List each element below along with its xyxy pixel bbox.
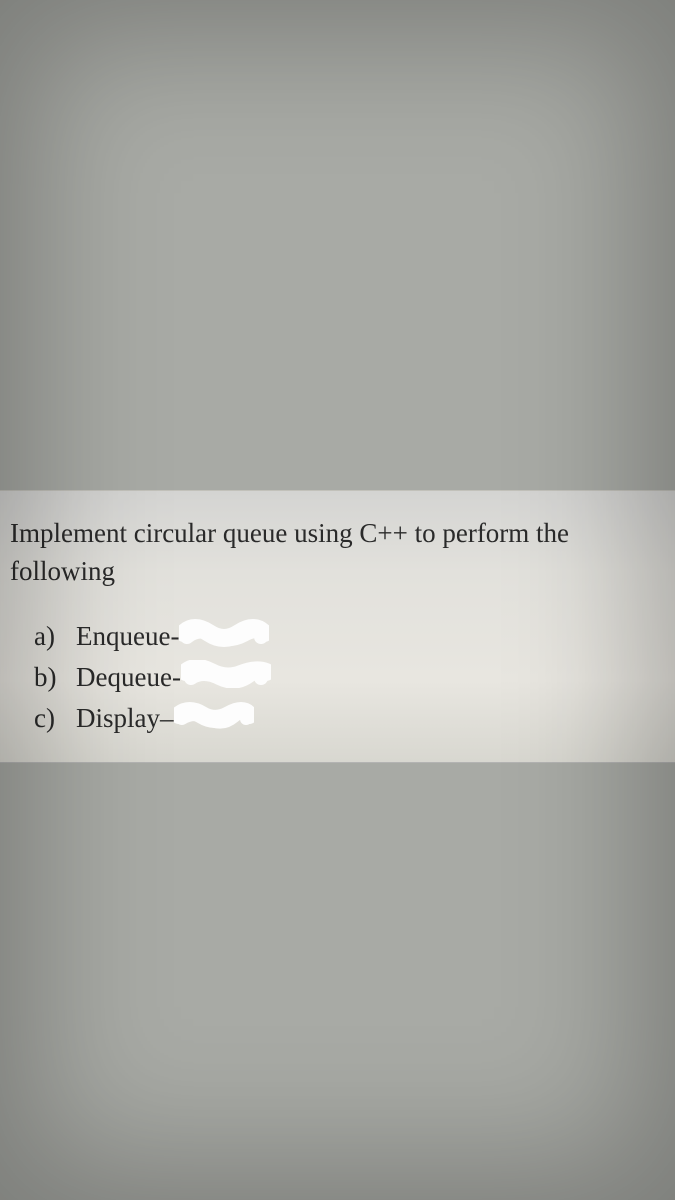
- question-panel: Implement circular queue using C++ to pe…: [0, 490, 675, 763]
- question-list: a) Enqueue- b) Dequeue- c) Display: [10, 619, 665, 736]
- list-marker: c): [34, 703, 62, 734]
- list-item-label: Enqueue-: [76, 621, 179, 652]
- list-marker: a): [34, 621, 62, 652]
- redaction-mark-icon: [181, 660, 271, 695]
- redaction-mark-icon: [174, 701, 254, 736]
- question-prompt: Implement circular queue using C++ to pe…: [10, 515, 665, 591]
- list-item: a) Enqueue-: [34, 619, 665, 654]
- list-item: c) Display: [34, 701, 665, 736]
- redaction-mark-icon: [179, 619, 269, 654]
- list-item-label: Dequeue-: [76, 662, 181, 693]
- list-item: b) Dequeue-: [34, 660, 665, 695]
- list-item-label: Display: [76, 703, 174, 734]
- list-marker: b): [34, 662, 62, 693]
